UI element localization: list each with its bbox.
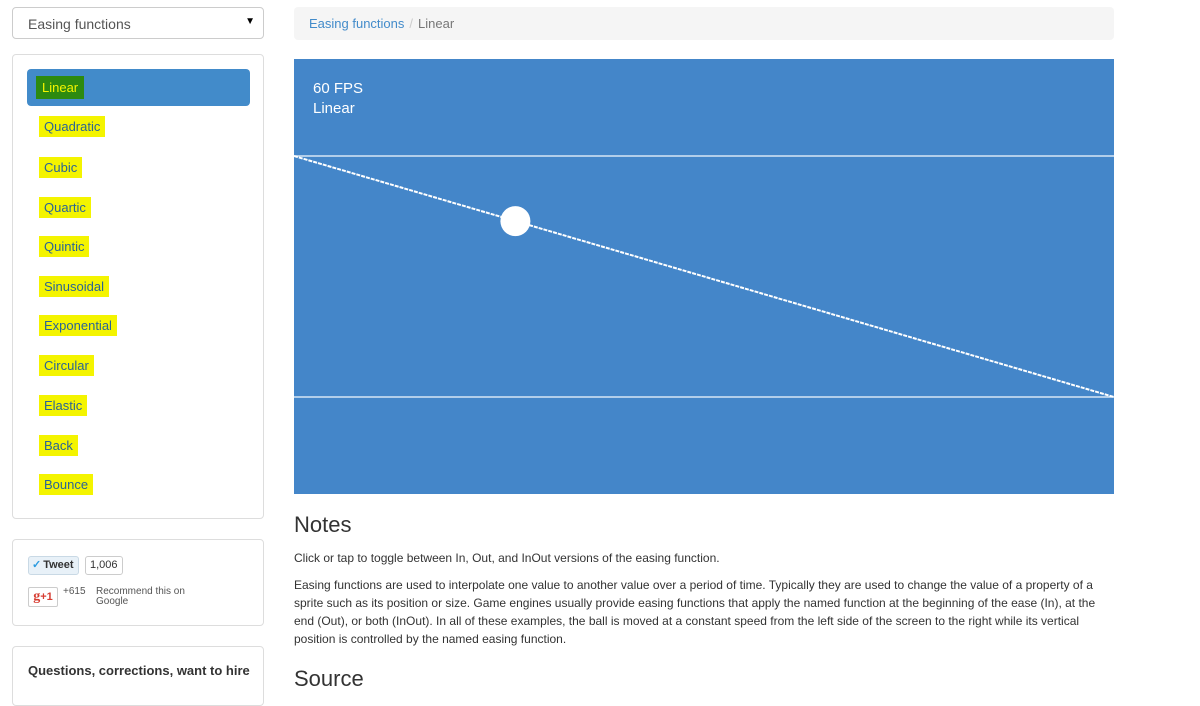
easing-graph [294,155,1114,398]
nav-item-linear[interactable]: Linear [27,69,250,106]
easing-select-value: Easing functions [28,16,131,32]
google-plus-button[interactable]: g+1 [28,587,58,607]
tweet-count: 1,006 [85,556,123,575]
notes-heading: Notes [294,512,352,537]
google-plus-count: +615 [63,586,86,597]
nav-item-label: Quartic [41,199,89,216]
breadcrumb-root-link[interactable]: Easing functions [309,16,404,31]
nav-item-exponential[interactable]: Exponential [41,316,115,336]
breadcrumb-current: Linear [418,16,455,31]
nav-item-quartic[interactable]: Quartic [41,198,89,218]
nav-item-circular[interactable]: Circular [41,356,92,376]
questions-title: Questions, corrections, want to hire [28,663,250,678]
breadcrumb: Easing functions / Linear [294,7,1114,40]
easing-select[interactable]: Easing functions ▼ [12,7,264,39]
nav-item-label: Circular [41,357,92,374]
tweet-button[interactable]: ✓ Tweet [28,556,79,575]
nav-item-label: Elastic [41,397,86,414]
breadcrumb-separator: / [409,16,414,31]
animated-ball [500,206,531,237]
nav-item-quintic[interactable]: Quintic [41,237,88,257]
twitter-bird-icon: ✓ [32,559,42,571]
nav-item-label: Back [41,437,76,454]
google-plus-text: Recommend this on Google [96,586,185,607]
nav-item-label: Sinusoidal [41,278,107,295]
easing-nav-panel: Linear Quadratic Cubic Quartic Quintic S… [12,54,264,519]
nav-item-label: Quintic [41,238,88,255]
nav-item-elastic[interactable]: Elastic [41,396,86,416]
nav-item-sinusoidal[interactable]: Sinusoidal [41,277,107,297]
nav-item-quadratic[interactable]: Quadratic [41,117,104,137]
social-panel: ✓ Tweet 1,006 g+1 +615 Recommend this on … [12,539,264,626]
chevron-down-icon: ▼ [245,16,255,27]
nav-item-label: Exponential [41,317,115,334]
nav-item-bounce[interactable]: Bounce [41,475,92,495]
nav-item-label: Cubic [41,159,81,176]
nav-item-cubic[interactable]: Cubic [41,158,81,178]
notes-toggle-text: Click or tap to toggle between In, Out, … [294,551,720,565]
nav-item-label: Quadratic [41,118,104,135]
nav-item-label: Bounce [41,476,92,493]
notes-description: Easing functions are used to interpolate… [294,578,1096,646]
questions-panel: Questions, corrections, want to hire [12,646,264,706]
nav-item-label: Linear [39,79,82,96]
easing-curve [294,155,1114,398]
tweet-label: Tweet [43,559,74,571]
animation-stage[interactable]: 60 FPS Linear [294,59,1114,494]
source-heading: Source [294,666,364,691]
nav-item-back[interactable]: Back [41,436,76,456]
google-plus-label: +1 [40,591,53,603]
